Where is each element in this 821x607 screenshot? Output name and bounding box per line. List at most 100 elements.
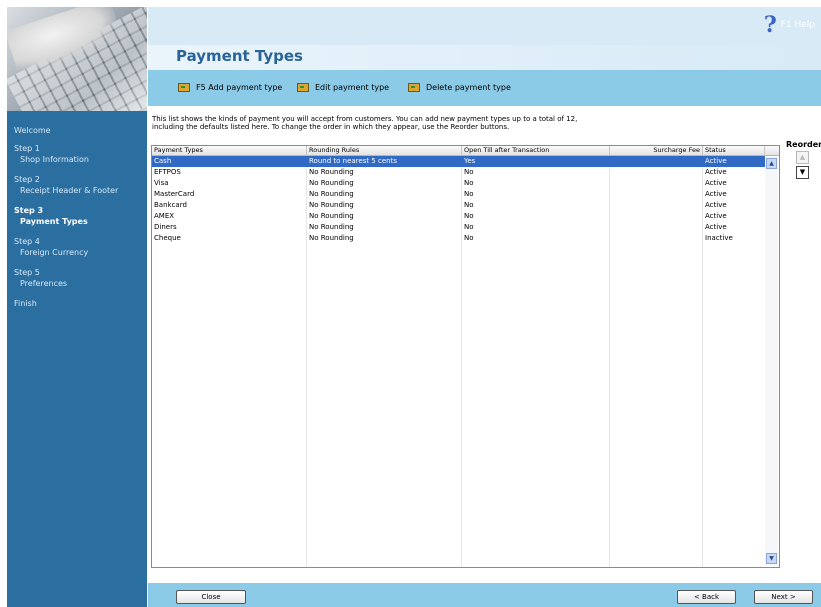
sidebar-item-sub: Foreign Currency: [20, 248, 89, 257]
cell-open-till: No: [464, 223, 474, 231]
edit-payment-type-button[interactable]: Edit payment type: [297, 83, 389, 92]
cell-status: Active: [705, 212, 727, 220]
header-bar: ? F1 Help: [148, 7, 821, 45]
sidebar-item-sub: Receipt Header & Footer: [20, 186, 119, 195]
chevron-up-icon: ▲: [769, 160, 774, 167]
back-button[interactable]: < Back: [677, 590, 736, 604]
next-button[interactable]: Next >: [754, 590, 813, 604]
sidebar-item-head: Step 5: [14, 268, 40, 277]
cell-rounding-rule: No Rounding: [309, 223, 354, 231]
sidebar-item-welcome[interactable]: Welcome: [14, 125, 51, 136]
sidebar-hero-image: [7, 7, 147, 111]
edit-label: Edit payment type: [315, 83, 390, 92]
intro-line-1: This list shows the kinds of payment you…: [152, 115, 578, 123]
cell-status: Inactive: [705, 234, 733, 242]
title-band: Payment Types: [148, 45, 821, 70]
scroll-down-button[interactable]: ▼: [766, 553, 777, 564]
table-row[interactable]: EFTPOS No Rounding No Active: [152, 167, 765, 178]
cell-payment-type: Visa: [154, 179, 169, 187]
sidebar-item-head: Step 4: [14, 237, 40, 246]
sidebar-item-sub: Shop Information: [20, 155, 89, 164]
sidebar-item-step3[interactable]: Step 3 Payment Types: [14, 205, 88, 227]
cell-open-till: No: [464, 201, 474, 209]
table-header: Payment Types Rounding Rules Open Till a…: [152, 146, 779, 156]
sidebar-item-head: Welcome: [14, 126, 51, 135]
sidebar-item-finish[interactable]: Finish: [14, 298, 37, 309]
column-header-surcharge-fee[interactable]: Surcharge Fee: [610, 146, 703, 155]
add-label: F5 Add payment type: [196, 83, 283, 92]
arrow-down-icon: ▼: [799, 168, 806, 176]
cell-rounding-rule: No Rounding: [309, 168, 354, 176]
cell-status: Active: [705, 223, 727, 231]
edit-icon: [297, 83, 309, 92]
cell-payment-type: AMEX: [154, 212, 175, 220]
table-row[interactable]: AMEX No Rounding No Active: [152, 211, 765, 222]
vertical-scrollbar[interactable]: ▲ ▼: [765, 156, 778, 566]
move-up-button[interactable]: ▲: [796, 151, 809, 164]
close-button[interactable]: Close: [176, 590, 246, 604]
toolbar: F5 Add payment type Edit payment type De…: [148, 70, 821, 106]
cell-payment-type: Cheque: [154, 234, 181, 242]
cell-status: Active: [705, 157, 727, 165]
sidebar-item-head: Step 1: [14, 144, 40, 153]
cell-rounding-rule: No Rounding: [309, 234, 354, 242]
sidebar-item-step1[interactable]: Step 1 Shop Information: [14, 143, 89, 165]
cell-payment-type: MasterCard: [154, 190, 195, 198]
cell-open-till: No: [464, 234, 474, 242]
sidebar-item-step5[interactable]: Step 5 Preferences: [14, 267, 67, 289]
table-row[interactable]: Cheque No Rounding No Inactive: [152, 233, 765, 244]
page-title: Payment Types: [176, 47, 303, 65]
delete-icon: [408, 83, 420, 92]
delete-payment-type-button[interactable]: Delete payment type: [408, 83, 511, 92]
move-down-button[interactable]: ▼: [796, 166, 809, 179]
payment-types-table: Payment Types Rounding Rules Open Till a…: [151, 145, 780, 568]
help-label: F1 Help: [780, 20, 815, 30]
column-header-status[interactable]: Status: [703, 146, 765, 155]
intro-text: This list shows the kinds of payment you…: [152, 115, 672, 131]
cell-rounding-rule: No Rounding: [309, 212, 354, 220]
chevron-down-icon: ▼: [769, 555, 774, 562]
cell-payment-type: EFTPOS: [154, 168, 181, 176]
column-header-rounding-rules[interactable]: Rounding Rules: [307, 146, 462, 155]
scroll-up-button[interactable]: ▲: [766, 158, 777, 169]
cell-open-till: Yes: [464, 157, 476, 165]
cell-status: Active: [705, 201, 727, 209]
table-row[interactable]: Visa No Rounding No Active: [152, 178, 765, 189]
table-row[interactable]: MasterCard No Rounding No Active: [152, 189, 765, 200]
sidebar-item-head: Finish: [14, 299, 37, 308]
arrow-up-icon: ▲: [799, 153, 806, 161]
cell-open-till: No: [464, 190, 474, 198]
cell-status: Active: [705, 168, 727, 176]
table-row[interactable]: Cash Round to nearest 5 cents Yes Active: [152, 156, 765, 167]
table-body: Cash Round to nearest 5 cents Yes Active…: [152, 156, 765, 244]
sidebar-item-step2[interactable]: Step 2 Receipt Header & Footer: [14, 174, 118, 196]
table-row[interactable]: Bankcard No Rounding No Active: [152, 200, 765, 211]
cell-rounding-rule: No Rounding: [309, 190, 354, 198]
intro-line-2: including the defaults listed here. To c…: [152, 123, 510, 131]
cell-payment-type: Cash: [154, 157, 172, 165]
sidebar-item-sub: Payment Types: [20, 217, 88, 226]
column-header-open-till[interactable]: Open Till after Transaction: [462, 146, 610, 155]
cell-open-till: No: [464, 179, 474, 187]
cell-rounding-rule: No Rounding: [309, 179, 354, 187]
delete-label: Delete payment type: [426, 83, 511, 92]
cell-rounding-rule: Round to nearest 5 cents: [309, 157, 397, 165]
footer-bar: Close < Back Next >: [148, 583, 821, 607]
add-payment-type-button[interactable]: F5 Add payment type: [178, 83, 282, 92]
sidebar: Welcome Step 1 Shop Information Step 2 R…: [7, 7, 147, 607]
reorder-label: Reorder: [786, 140, 821, 149]
cell-open-till: No: [464, 212, 474, 220]
table-row[interactable]: Diners No Rounding No Active: [152, 222, 765, 233]
cell-status: Active: [705, 179, 727, 187]
add-icon: [178, 83, 190, 92]
question-mark-icon: ?: [763, 12, 777, 38]
sidebar-item-head: Step 3: [14, 206, 44, 215]
sidebar-item-head: Step 2: [14, 175, 40, 184]
sidebar-item-sub: Preferences: [20, 279, 68, 288]
help-button[interactable]: ? F1 Help: [763, 12, 815, 38]
cell-status: Active: [705, 190, 727, 198]
cell-payment-type: Diners: [154, 223, 177, 231]
column-header-payment-types[interactable]: Payment Types: [152, 146, 307, 155]
sidebar-item-step4[interactable]: Step 4 Foreign Currency: [14, 236, 88, 258]
cell-rounding-rule: No Rounding: [309, 201, 354, 209]
